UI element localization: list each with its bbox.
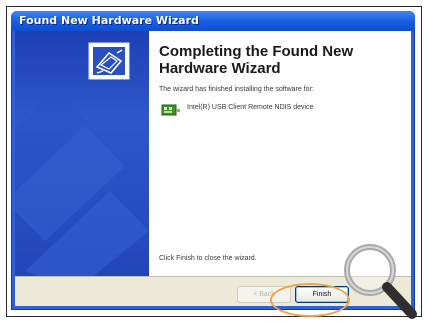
wizard-heading: Completing the Found New Hardware Wizard <box>159 43 354 77</box>
wizard-side-panel <box>15 31 149 276</box>
close-instruction: Click Finish to close the wizard. <box>159 255 257 262</box>
window-title: Found New Hardware Wizard <box>19 14 199 27</box>
device-name: Intel(R) USB Client Remote NDIS device <box>187 104 314 111</box>
magnifying-glass-icon <box>344 244 417 319</box>
finished-text: The wizard has finished installing the s… <box>159 86 314 93</box>
network-device-icon <box>161 104 180 116</box>
title-bar[interactable]: Found New Hardware Wizard <box>11 11 415 31</box>
hardware-wizard-icon <box>88 42 130 80</box>
side-panel-graphic <box>15 42 149 276</box>
